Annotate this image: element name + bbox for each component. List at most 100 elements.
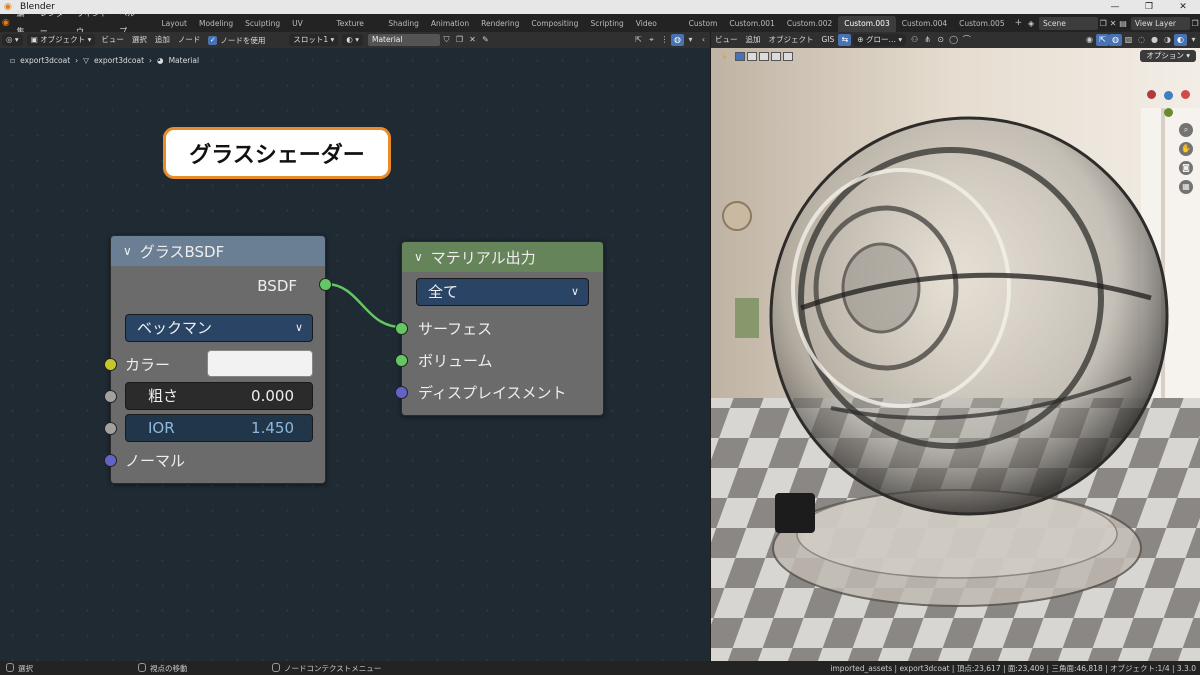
snap-target-icon[interactable]: ⊙ <box>934 34 947 46</box>
editor-type-dropdown[interactable]: ◎ ▾ <box>2 34 23 46</box>
add-workspace-icon[interactable]: + <box>1011 18 1027 28</box>
zoom-icon[interactable]: ⌕ <box>1179 123 1193 137</box>
tab-custom-003[interactable]: Custom.003 <box>838 15 896 32</box>
select-subtract-icon[interactable] <box>759 51 770 61</box>
transform-orientation-icon[interactable]: ⇆ <box>838 34 852 46</box>
color-input-socket[interactable] <box>104 358 117 371</box>
tab-uv-editing[interactable]: UV Editing <box>286 16 330 44</box>
glass-bsdf-node[interactable]: ∨ グラスBSDF BSDF ベックマン ∨ カラー 粗さ 0.000 IOR … <box>104 235 332 484</box>
tab-modeling[interactable]: Modeling <box>193 16 239 32</box>
tab-custom-001[interactable]: Custom.001 <box>723 16 780 32</box>
shading-wireframe-icon[interactable]: ◌ <box>1135 34 1148 46</box>
xray-icon[interactable]: ▧ <box>1122 34 1135 46</box>
vp-menu-object[interactable]: オブジェクト <box>765 32 818 48</box>
menu-select[interactable]: 選択 <box>128 32 151 48</box>
pin-icon[interactable]: ✎ <box>479 34 492 46</box>
scene-name-field[interactable]: Scene <box>1039 16 1099 30</box>
snap-options-icon[interactable]: ⋮ <box>658 34 671 46</box>
gizmo-y-axis-icon[interactable] <box>1164 108 1173 117</box>
normal-input-socket[interactable] <box>104 454 117 467</box>
distribution-dropdown[interactable]: ベックマン ∨ <box>125 314 313 342</box>
tab-compositing[interactable]: Compositing <box>525 16 584 32</box>
proportional-edit-icon[interactable]: ◯ <box>947 34 960 46</box>
vp-menu-gis[interactable]: GIS <box>818 32 839 48</box>
transform-orientation-dropdown[interactable]: ⊕ グロー… ▾ <box>853 34 907 46</box>
gizmo-icon[interactable]: ⇱ <box>1096 34 1109 46</box>
options-dropdown[interactable]: オプション ▾ <box>1140 50 1196 62</box>
gizmo-x-axis-icon[interactable] <box>1181 90 1190 99</box>
select-invert-icon[interactable] <box>771 51 782 61</box>
fake-user-shield-icon[interactable]: ⛉ <box>440 34 453 46</box>
material-browse-dropdown[interactable]: ◐ ▾ <box>342 34 363 46</box>
scene-copy-icon[interactable]: ❐ <box>1098 17 1108 30</box>
vp-menu-view[interactable]: ビュー <box>711 32 742 48</box>
shading-rendered-icon[interactable]: ◐ <box>1174 34 1187 46</box>
vp-menu-add[interactable]: 追加 <box>742 32 765 48</box>
tab-custom-002[interactable]: Custom.002 <box>781 16 838 32</box>
tab-custom[interactable]: Custom <box>683 16 724 32</box>
menu-add[interactable]: 追加 <box>151 32 174 48</box>
menu-node[interactable]: ノード <box>174 32 205 48</box>
tab-animation[interactable]: Animation <box>425 16 475 32</box>
3d-viewport[interactable]: ▸ オプション ▾ ⌕ ✋ ◙ ▦ <box>711 48 1200 661</box>
sidebar-toggle-icon[interactable]: ‹ <box>697 34 710 46</box>
visibility-eye-icon[interactable]: ◉ <box>1083 34 1096 46</box>
shading-options-icon[interactable]: ▾ <box>1187 34 1200 46</box>
gizmo-z-axis-icon[interactable] <box>1164 91 1173 100</box>
tool-icon[interactable]: ▸ <box>723 52 727 61</box>
overlay-dropdown-icon[interactable]: ▾ <box>684 34 697 46</box>
roughness-field[interactable]: 粗さ 0.000 <box>125 382 313 410</box>
tab-shading[interactable]: Shading <box>382 16 424 32</box>
gizmo-x-neg-axis-icon[interactable] <box>1147 90 1156 99</box>
overlays-icon[interactable]: ◍ <box>1109 34 1122 46</box>
tab-sculpting[interactable]: Sculpting <box>239 16 286 32</box>
collapse-chevron-icon[interactable]: ∨ <box>123 244 132 258</box>
menu-view[interactable]: ビュー <box>97 32 128 48</box>
tab-video-editing[interactable]: Video Editing <box>630 16 683 44</box>
tab-layout[interactable]: Layout <box>156 16 194 32</box>
tab-texture-paint[interactable]: Texture Paint <box>330 16 382 44</box>
parent-node-tree-icon[interactable]: ⇱ <box>632 34 645 46</box>
collapse-chevron-icon[interactable]: ∨ <box>414 250 423 264</box>
roughness-input-socket[interactable] <box>104 390 117 403</box>
scene-delete-icon[interactable]: ✕ <box>1108 17 1118 30</box>
close-window-button[interactable]: ✕ <box>1166 0 1200 14</box>
view-layer-copy-icon[interactable]: ❐ <box>1190 17 1200 30</box>
material-output-node[interactable]: ∨ マテリアル出力 全て ∨ サーフェス ボリューム ディスプレイスメント <box>395 241 604 416</box>
tab-scripting[interactable]: Scripting <box>584 16 629 32</box>
use-nodes-checkbox[interactable]: ✓ ノードを使用 <box>208 35 265 46</box>
render-target-dropdown[interactable]: 全て ∨ <box>416 278 589 306</box>
minimize-button[interactable]: — <box>1098 0 1132 14</box>
camera-icon[interactable]: ◙ <box>1179 161 1193 175</box>
tab-rendering[interactable]: Rendering <box>475 16 525 32</box>
shading-material-icon[interactable]: ◑ <box>1161 34 1174 46</box>
volume-input-socket[interactable] <box>395 354 408 367</box>
output-node-header[interactable]: ∨ マテリアル出力 <box>402 242 603 272</box>
ior-field[interactable]: IOR 1.450 <box>125 414 313 442</box>
blender-menu-icon[interactable]: ◉ <box>0 18 12 28</box>
pan-hand-icon[interactable]: ✋ <box>1179 142 1193 156</box>
ior-input-socket[interactable] <box>104 422 117 435</box>
perspective-grid-icon[interactable]: ▦ <box>1179 180 1193 194</box>
select-intersect-icon[interactable] <box>783 51 794 61</box>
glass-node-header[interactable]: ∨ グラスBSDF <box>111 236 325 266</box>
tab-custom-005[interactable]: Custom.005 <box>953 16 1010 32</box>
material-name-field[interactable]: Material <box>367 34 440 46</box>
view-layer-field[interactable]: View Layer <box>1130 16 1191 30</box>
material-copy-icon[interactable]: ❐ <box>453 34 466 46</box>
overlay-icon[interactable]: ◍ <box>671 34 684 46</box>
tab-custom-004[interactable]: Custom.004 <box>896 16 953 32</box>
bsdf-output-socket[interactable] <box>319 278 332 291</box>
view-layer-browse-icon[interactable]: ▤ <box>1118 17 1128 30</box>
slot-dropdown[interactable]: スロット1 ▾ <box>289 34 339 46</box>
select-extend-icon[interactable] <box>747 51 758 61</box>
shading-solid-icon[interactable]: ● <box>1148 34 1161 46</box>
snap-icon[interactable]: ⌖ <box>645 34 658 46</box>
falloff-icon[interactable]: ⌒ <box>960 34 973 46</box>
pivot-point-icon[interactable]: ⚇ <box>908 34 921 46</box>
scene-browse-icon[interactable]: ◈ <box>1026 17 1036 30</box>
node-editor-canvas[interactable]: ▫ export3dcoat › ▽ export3dcoat › ◕ Mate… <box>0 48 710 661</box>
surface-input-socket[interactable] <box>395 322 408 335</box>
select-new-icon[interactable] <box>735 51 746 61</box>
snap-magnet-icon[interactable]: ⋔ <box>921 34 934 46</box>
